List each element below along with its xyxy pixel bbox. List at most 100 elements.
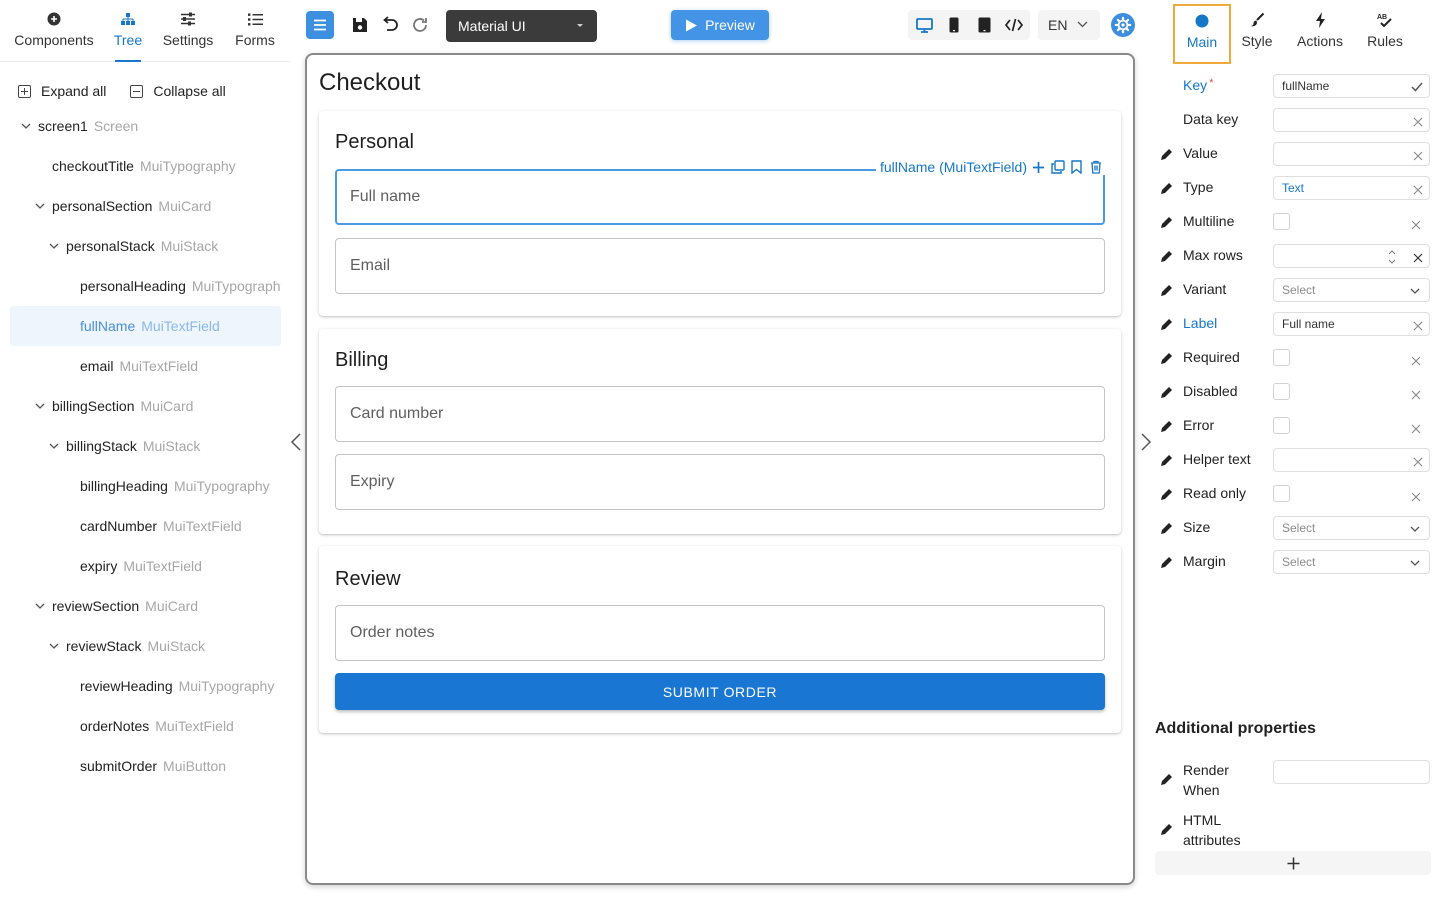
tree-node-personalsection[interactable]: personalSection MuiCard (10, 186, 281, 226)
desktop-view-button[interactable] (914, 15, 934, 35)
chevron-down-icon[interactable] (34, 200, 46, 212)
pen-icon[interactable] (1160, 215, 1174, 229)
prop-checkbox-error[interactable] (1273, 417, 1290, 434)
pen-icon[interactable] (1160, 555, 1174, 569)
order-notes-field[interactable]: Order notes (335, 605, 1105, 661)
tree-node-expiry[interactable]: expiry MuiTextField (10, 546, 281, 586)
tab-components[interactable]: Components (8, 0, 100, 62)
prop-checkbox-multiline[interactable] (1273, 213, 1290, 230)
preview-button[interactable]: Preview (671, 10, 769, 40)
pen-icon[interactable] (1160, 181, 1174, 195)
pen-icon[interactable] (1160, 521, 1174, 535)
tree-node-billingstack[interactable]: billingStack MuiStack (10, 426, 281, 466)
tab-tree[interactable]: Tree (108, 0, 148, 62)
prop-checkbox-required[interactable] (1273, 349, 1290, 366)
pen-icon[interactable] (1160, 385, 1174, 399)
clear-icon[interactable] (1413, 150, 1423, 161)
billing-section-card[interactable]: Billing Card number Expiry (319, 329, 1121, 534)
tree-node-reviewsection[interactable]: reviewSection MuiCard (10, 586, 281, 626)
tree-node-cardnumber[interactable]: cardNumber MuiTextField (10, 506, 281, 546)
full-name-field[interactable]: Full name (335, 169, 1105, 225)
tab-settings[interactable]: Settings (158, 0, 218, 62)
prop-checkbox-read-only[interactable] (1273, 485, 1290, 502)
render-when-input[interactable] (1273, 760, 1430, 784)
collapse-all-button[interactable]: Collapse all (130, 83, 226, 99)
add-property-button[interactable] (1155, 851, 1431, 875)
billing-heading[interactable]: Billing (335, 349, 388, 372)
review-heading[interactable]: Review (335, 568, 401, 591)
save-button[interactable] (350, 15, 370, 35)
chevron-down-icon[interactable] (48, 440, 60, 452)
prop-select-margin[interactable]: Select (1273, 550, 1430, 574)
language-select[interactable]: EN (1038, 10, 1100, 40)
checkout-title[interactable]: Checkout (319, 69, 420, 97)
review-section-card[interactable]: Review Order notes SUBMIT ORDER (319, 546, 1121, 733)
pen-icon[interactable] (1160, 317, 1174, 331)
expand-all-button[interactable]: Expand all (18, 83, 106, 99)
tree-node-billingsection[interactable]: billingSection MuiCard (10, 386, 281, 426)
tab-actions[interactable]: Actions (1292, 4, 1348, 64)
prop-input-data-key[interactable] (1273, 108, 1430, 132)
tree-node-personalheading[interactable]: personalHeading MuiTypography (10, 266, 281, 306)
form-canvas[interactable]: Checkout Personal Full name fullName (Mu… (305, 53, 1135, 885)
pen-icon[interactable] (1160, 487, 1174, 501)
tree-node-reviewstack[interactable]: reviewStack MuiStack (10, 626, 281, 666)
tab-main[interactable]: Main (1173, 4, 1231, 64)
bookmark-button[interactable] (1069, 160, 1084, 175)
clear-icon[interactable] (1411, 387, 1421, 400)
theme-settings-button[interactable] (1111, 13, 1135, 37)
delete-button[interactable] (1088, 160, 1103, 175)
undo-button[interactable] (380, 15, 400, 35)
clear-icon[interactable] (1411, 217, 1421, 230)
tab-style[interactable]: Style (1237, 4, 1277, 64)
prop-input-max-rows[interactable] (1273, 244, 1430, 268)
add-button[interactable] (1031, 160, 1046, 175)
spinner-icon[interactable] (1387, 247, 1397, 267)
chevron-down-icon[interactable] (20, 120, 32, 132)
chevron-down-icon[interactable] (34, 400, 46, 412)
prop-input-value[interactable] (1273, 142, 1430, 166)
check-icon[interactable] (1411, 82, 1423, 92)
personal-heading[interactable]: Personal (335, 131, 414, 154)
prop-input-type[interactable]: Text (1273, 176, 1430, 200)
clear-icon[interactable] (1413, 184, 1423, 195)
tree-node-submitorder[interactable]: submitOrder MuiButton (10, 746, 281, 786)
prop-input-label[interactable]: Full name (1273, 312, 1430, 336)
chevron-down-icon[interactable] (34, 600, 46, 612)
redo-button[interactable] (410, 15, 430, 35)
chevron-down-icon[interactable] (48, 640, 60, 652)
tablet-view-button[interactable] (974, 15, 994, 35)
collapse-left-panel-button[interactable] (288, 432, 304, 452)
pen-icon[interactable] (1160, 249, 1174, 263)
pen-icon[interactable] (1160, 283, 1174, 297)
prop-checkbox-disabled[interactable] (1273, 383, 1290, 400)
prop-select-size[interactable]: Select (1273, 516, 1430, 540)
prop-select-variant[interactable]: Select (1273, 278, 1430, 302)
submit-order-button[interactable]: SUBMIT ORDER (335, 673, 1105, 710)
tree-node-email[interactable]: email MuiTextField (10, 346, 281, 386)
pen-icon[interactable] (1160, 351, 1174, 365)
code-view-button[interactable] (1004, 15, 1024, 35)
prop-input-key[interactable]: fullName (1273, 74, 1430, 98)
card-number-field[interactable]: Card number (335, 386, 1105, 442)
pen-icon[interactable] (1160, 419, 1174, 433)
pen-icon[interactable] (1160, 147, 1174, 161)
prop-input-helper-text[interactable] (1273, 448, 1430, 472)
clear-icon[interactable] (1413, 252, 1423, 263)
mobile-view-button[interactable] (944, 15, 964, 35)
clear-icon[interactable] (1411, 489, 1421, 502)
tree-node-fullname[interactable]: fullName MuiTextField (10, 306, 281, 346)
expiry-field[interactable]: Expiry (335, 454, 1105, 510)
tree-node-personalstack[interactable]: personalStack MuiStack (10, 226, 281, 266)
clear-icon[interactable] (1411, 353, 1421, 366)
tab-forms[interactable]: Forms (228, 0, 282, 62)
ui-library-select[interactable]: Material UI (446, 10, 597, 42)
tab-rules[interactable]: AB Rules (1362, 4, 1408, 64)
clear-icon[interactable] (1413, 116, 1423, 127)
personal-section-card[interactable]: Personal Full name fullName (MuiTextFiel… (319, 111, 1121, 316)
clear-icon[interactable] (1413, 456, 1423, 467)
tree-node-ordernotes[interactable]: orderNotes MuiTextField (10, 706, 281, 746)
clear-icon[interactable] (1413, 320, 1423, 331)
tree-node-reviewheading[interactable]: reviewHeading MuiTypography (10, 666, 281, 706)
tree-node-checkouttitle[interactable]: checkoutTitle MuiTypography (10, 146, 281, 186)
